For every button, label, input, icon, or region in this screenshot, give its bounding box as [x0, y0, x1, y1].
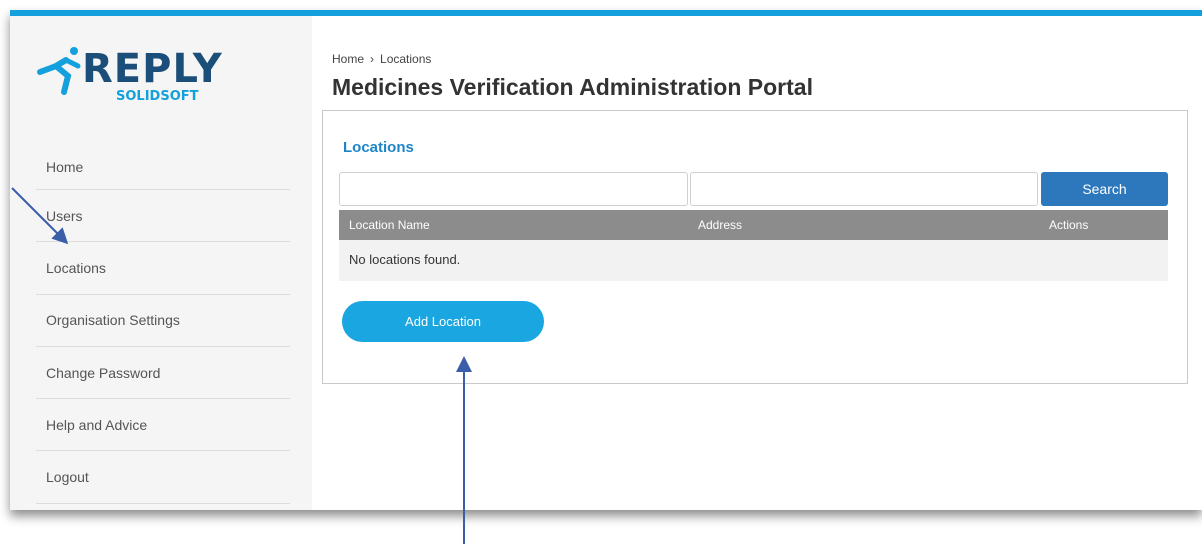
- search-button[interactable]: Search: [1041, 172, 1168, 206]
- empty-table-message: No locations found.: [349, 252, 461, 267]
- breadcrumb-home[interactable]: Home: [332, 52, 364, 66]
- page-title: Medicines Verification Administration Po…: [332, 74, 813, 100]
- location-name-search-input[interactable]: [339, 172, 688, 206]
- column-header-location-name: Location Name: [349, 218, 430, 232]
- sidebar-item-help-and-advice[interactable]: Help and Advice: [36, 399, 290, 452]
- sidebar-item-change-password[interactable]: Change Password: [36, 347, 290, 400]
- address-search-input[interactable]: [690, 172, 1038, 206]
- sidebar-item-users[interactable]: Users: [36, 190, 290, 243]
- breadcrumb: Home › Locations: [332, 52, 431, 66]
- running-figure-logo-icon: [37, 47, 81, 95]
- breadcrumb-current: Locations: [380, 52, 432, 66]
- panel-title: Locations: [343, 139, 414, 156]
- sidebar-item-logout[interactable]: Logout: [36, 451, 290, 504]
- brand-subtitle: SOLIDSOFT: [116, 89, 199, 104]
- sidebar: REPLY SOLIDSOFT Home Users Locations Org…: [10, 16, 312, 510]
- sidebar-item-home[interactable]: Home: [36, 144, 290, 190]
- add-location-button[interactable]: Add Location: [342, 301, 544, 342]
- locations-panel: Locations Search Location Name Address A…: [322, 110, 1188, 384]
- sidebar-nav: Home Users Locations Organisation Settin…: [36, 144, 290, 504]
- brand-name: REPLY: [82, 46, 223, 92]
- sidebar-item-organisation-settings[interactable]: Organisation Settings: [36, 295, 290, 347]
- sidebar-item-locations[interactable]: Locations: [36, 242, 290, 295]
- column-header-actions: Actions: [1049, 218, 1089, 232]
- table-body: No locations found.: [339, 240, 1168, 281]
- breadcrumb-separator: ›: [370, 52, 375, 66]
- column-header-address: Address: [698, 218, 743, 232]
- table-header: Location Name Address Actions: [339, 210, 1168, 240]
- brand-logo[interactable]: REPLY SOLIDSOFT: [36, 46, 236, 106]
